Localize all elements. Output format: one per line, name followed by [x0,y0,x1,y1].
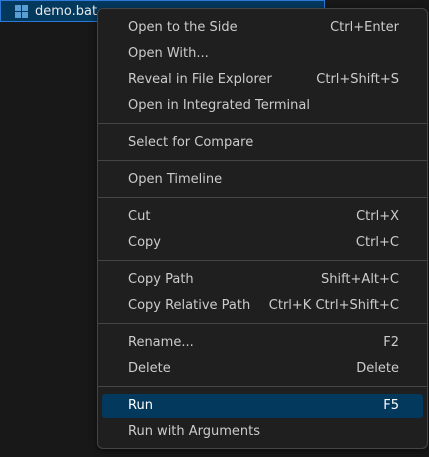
menu-item-label: Run with Arguments [128,424,261,439]
file-name-label: demo.bat [35,4,98,19]
menu-item-copy-path[interactable]: Copy Path Shift+Alt+C [102,268,423,292]
menu-item-shortcut: F5 [383,398,399,413]
menu-item-label: Reveal in File Explorer [128,72,272,87]
menu-item-run[interactable]: Run F5 [102,394,423,418]
menu-separator [98,160,427,161]
menu-separator [98,260,427,261]
menu-item-label: Copy Relative Path [128,298,251,313]
windows-batch-file-icon [15,5,28,18]
menu-item-label: Copy [128,235,161,250]
menu-item-label: Open Timeline [128,172,223,187]
menu-item-rename[interactable]: Rename... F2 [102,331,423,355]
menu-item-label: Rename... [128,335,194,350]
menu-item-label: Open to the Side [128,20,238,35]
menu-separator [98,386,427,387]
menu-item-shortcut: Shift+Alt+C [320,272,399,287]
menu-item-select-for-compare[interactable]: Select for Compare [102,131,423,155]
menu-item-label: Select for Compare [128,135,254,150]
menu-item-label: Open in Integrated Terminal [128,98,310,113]
menu-item-shortcut: Ctrl+Enter [330,20,399,35]
menu-item-run-with-arguments[interactable]: Run with Arguments [102,420,423,444]
menu-item-shortcut: Delete [356,361,399,376]
menu-item-reveal-in-file-explorer[interactable]: Reveal in File Explorer Ctrl+Shift+S [102,68,423,92]
menu-separator [98,323,427,324]
menu-item-shortcut: F2 [383,335,399,350]
menu-item-delete[interactable]: Delete Delete [102,357,423,381]
menu-item-open-in-integrated-terminal[interactable]: Open in Integrated Terminal [102,94,423,118]
menu-item-open-timeline[interactable]: Open Timeline [102,168,423,192]
menu-item-label: Copy Path [128,272,194,287]
menu-item-cut[interactable]: Cut Ctrl+X [102,205,423,229]
menu-item-shortcut: Ctrl+C [355,235,399,250]
menu-item-label: Run [128,398,153,413]
menu-item-label: Delete [128,361,171,376]
menu-item-label: Open With... [128,46,209,61]
menu-item-copy[interactable]: Copy Ctrl+C [102,231,423,255]
menu-separator [98,123,427,124]
menu-item-shortcut: Ctrl+K Ctrl+Shift+C [268,298,399,313]
menu-item-label: Cut [128,209,151,224]
context-menu: Open to the Side Ctrl+Enter Open With...… [97,8,428,449]
menu-item-shortcut: Ctrl+X [356,209,399,224]
menu-item-shortcut: Ctrl+Shift+S [316,72,399,87]
menu-separator [98,197,427,198]
menu-item-copy-relative-path[interactable]: Copy Relative Path Ctrl+K Ctrl+Shift+C [102,294,423,318]
menu-item-open-to-the-side[interactable]: Open to the Side Ctrl+Enter [102,16,423,40]
menu-item-open-with[interactable]: Open With... [102,42,423,66]
